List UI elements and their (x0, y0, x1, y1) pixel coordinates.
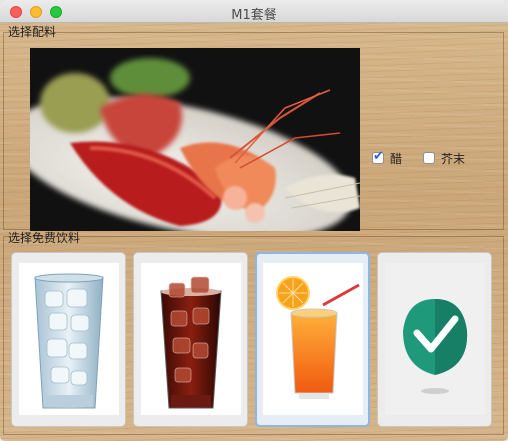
checkbox-unchecked-icon (423, 152, 435, 164)
cola-image (141, 263, 241, 415)
check-mark-icon (385, 263, 485, 415)
vinegar-checkbox[interactable]: ✔ 醋 (372, 149, 403, 166)
drink-orange-juice-button[interactable] (255, 252, 370, 427)
window-title: M1套餐 (231, 8, 277, 23)
orange-juice-image (263, 263, 363, 415)
checkbox-checked-icon: ✔ (372, 149, 384, 164)
wasabi-checkbox[interactable]: 芥末 (423, 151, 466, 166)
wasabi-label: 芥末 (441, 151, 466, 166)
ice-water-image (19, 263, 119, 415)
seasoning-group-label: 选择配料 (8, 25, 57, 39)
app-window: M1套餐 选择配料 ✔ 醋 芥末 选择免费饮料 (0, 0, 508, 441)
titlebar: M1套餐 (0, 0, 508, 23)
sashimi-image (30, 48, 360, 231)
drink-check-button[interactable] (377, 252, 492, 427)
free-drink-group-label: 选择免费饮料 (8, 231, 81, 245)
drink-water-button[interactable] (11, 252, 126, 427)
drink-cola-button[interactable] (133, 252, 248, 427)
vinegar-label: 醋 (390, 151, 403, 166)
